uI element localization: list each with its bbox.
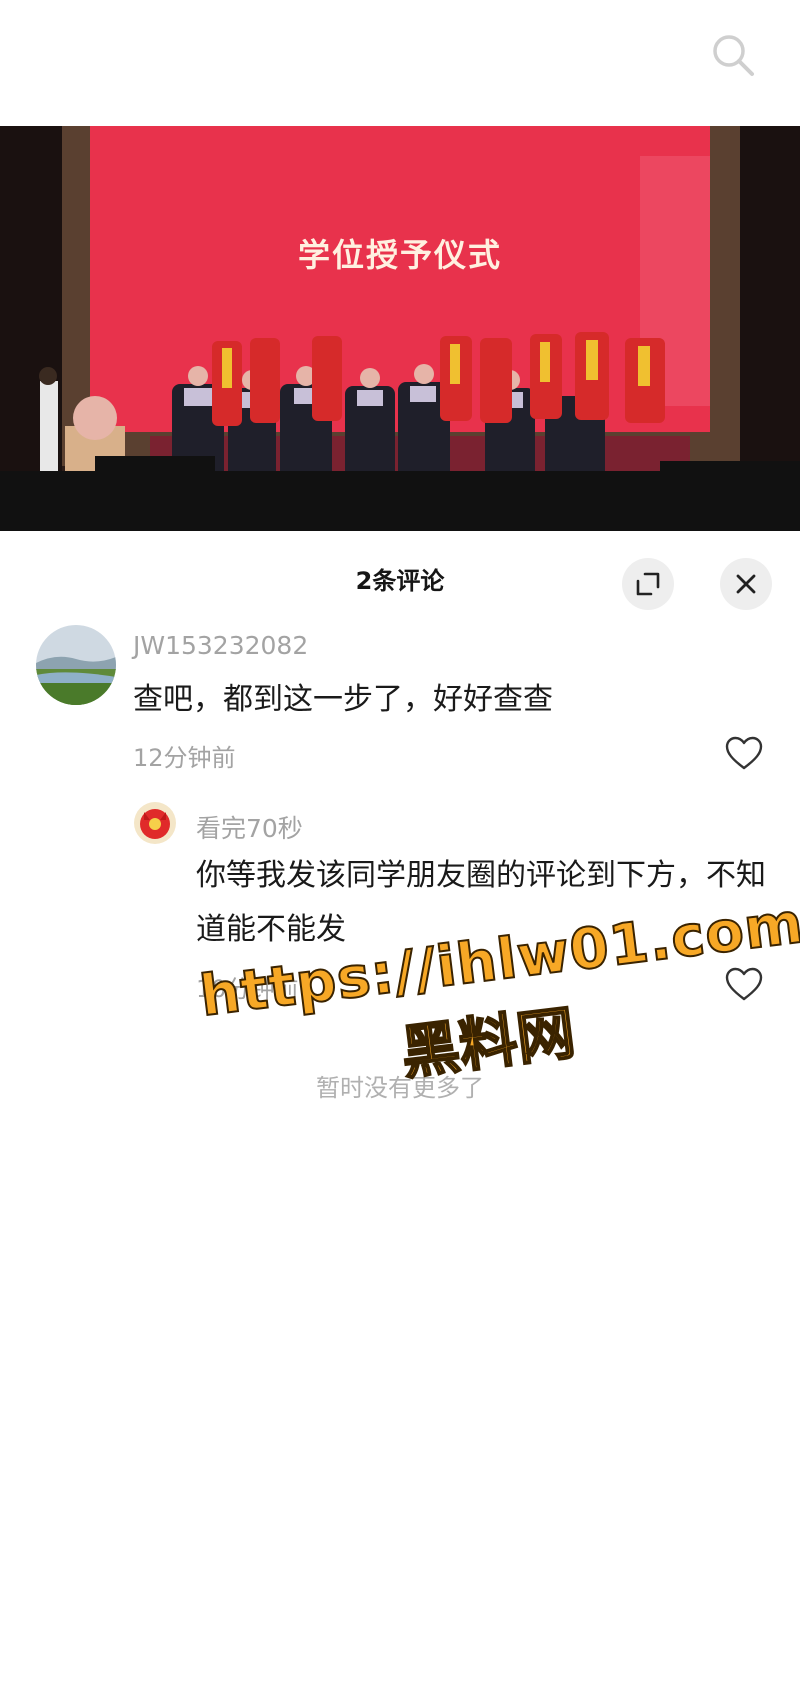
video-player[interactable]: 学位授予仪式 — [0, 126, 800, 531]
heart-icon — [725, 736, 763, 770]
ceremony-video-frame — [0, 126, 800, 531]
avatar[interactable] — [134, 802, 176, 844]
like-button[interactable] — [724, 965, 764, 1005]
comment-text: 查吧，都到这一步了，好好查查 — [133, 682, 553, 717]
avatar[interactable] — [36, 625, 116, 705]
comments-panel: 2条评论 JW153232082 查吧，都到这一步了，好好查查 12分钟前 看完… — [0, 531, 800, 1695]
comment-username[interactable]: 看完70秒 — [196, 809, 303, 845]
heart-icon — [725, 967, 763, 1001]
like-button[interactable] — [724, 734, 764, 774]
landscape-avatar-image — [36, 625, 116, 705]
close-icon — [736, 574, 756, 594]
search-button[interactable] — [708, 30, 758, 80]
comment-username[interactable]: JW153232082 — [133, 631, 308, 660]
expand-button[interactable] — [622, 558, 674, 610]
comment-time: 10分钟前 — [196, 975, 299, 1003]
top-bar — [0, 0, 800, 126]
video-screen-title: 学位授予仪式 — [297, 236, 502, 274]
search-icon — [713, 35, 754, 76]
comments-count-title: 2条评论 — [355, 567, 445, 595]
comment-time: 12分钟前 — [133, 744, 236, 772]
close-button[interactable] — [720, 558, 772, 610]
red-character-avatar-image — [134, 802, 176, 844]
comment-text: 你等我发该同学朋友圈的评论到下方，不知道能不能发 — [196, 858, 766, 947]
no-more-comments-text: 暂时没有更多了 — [316, 1074, 484, 1102]
expand-icon — [636, 572, 660, 596]
